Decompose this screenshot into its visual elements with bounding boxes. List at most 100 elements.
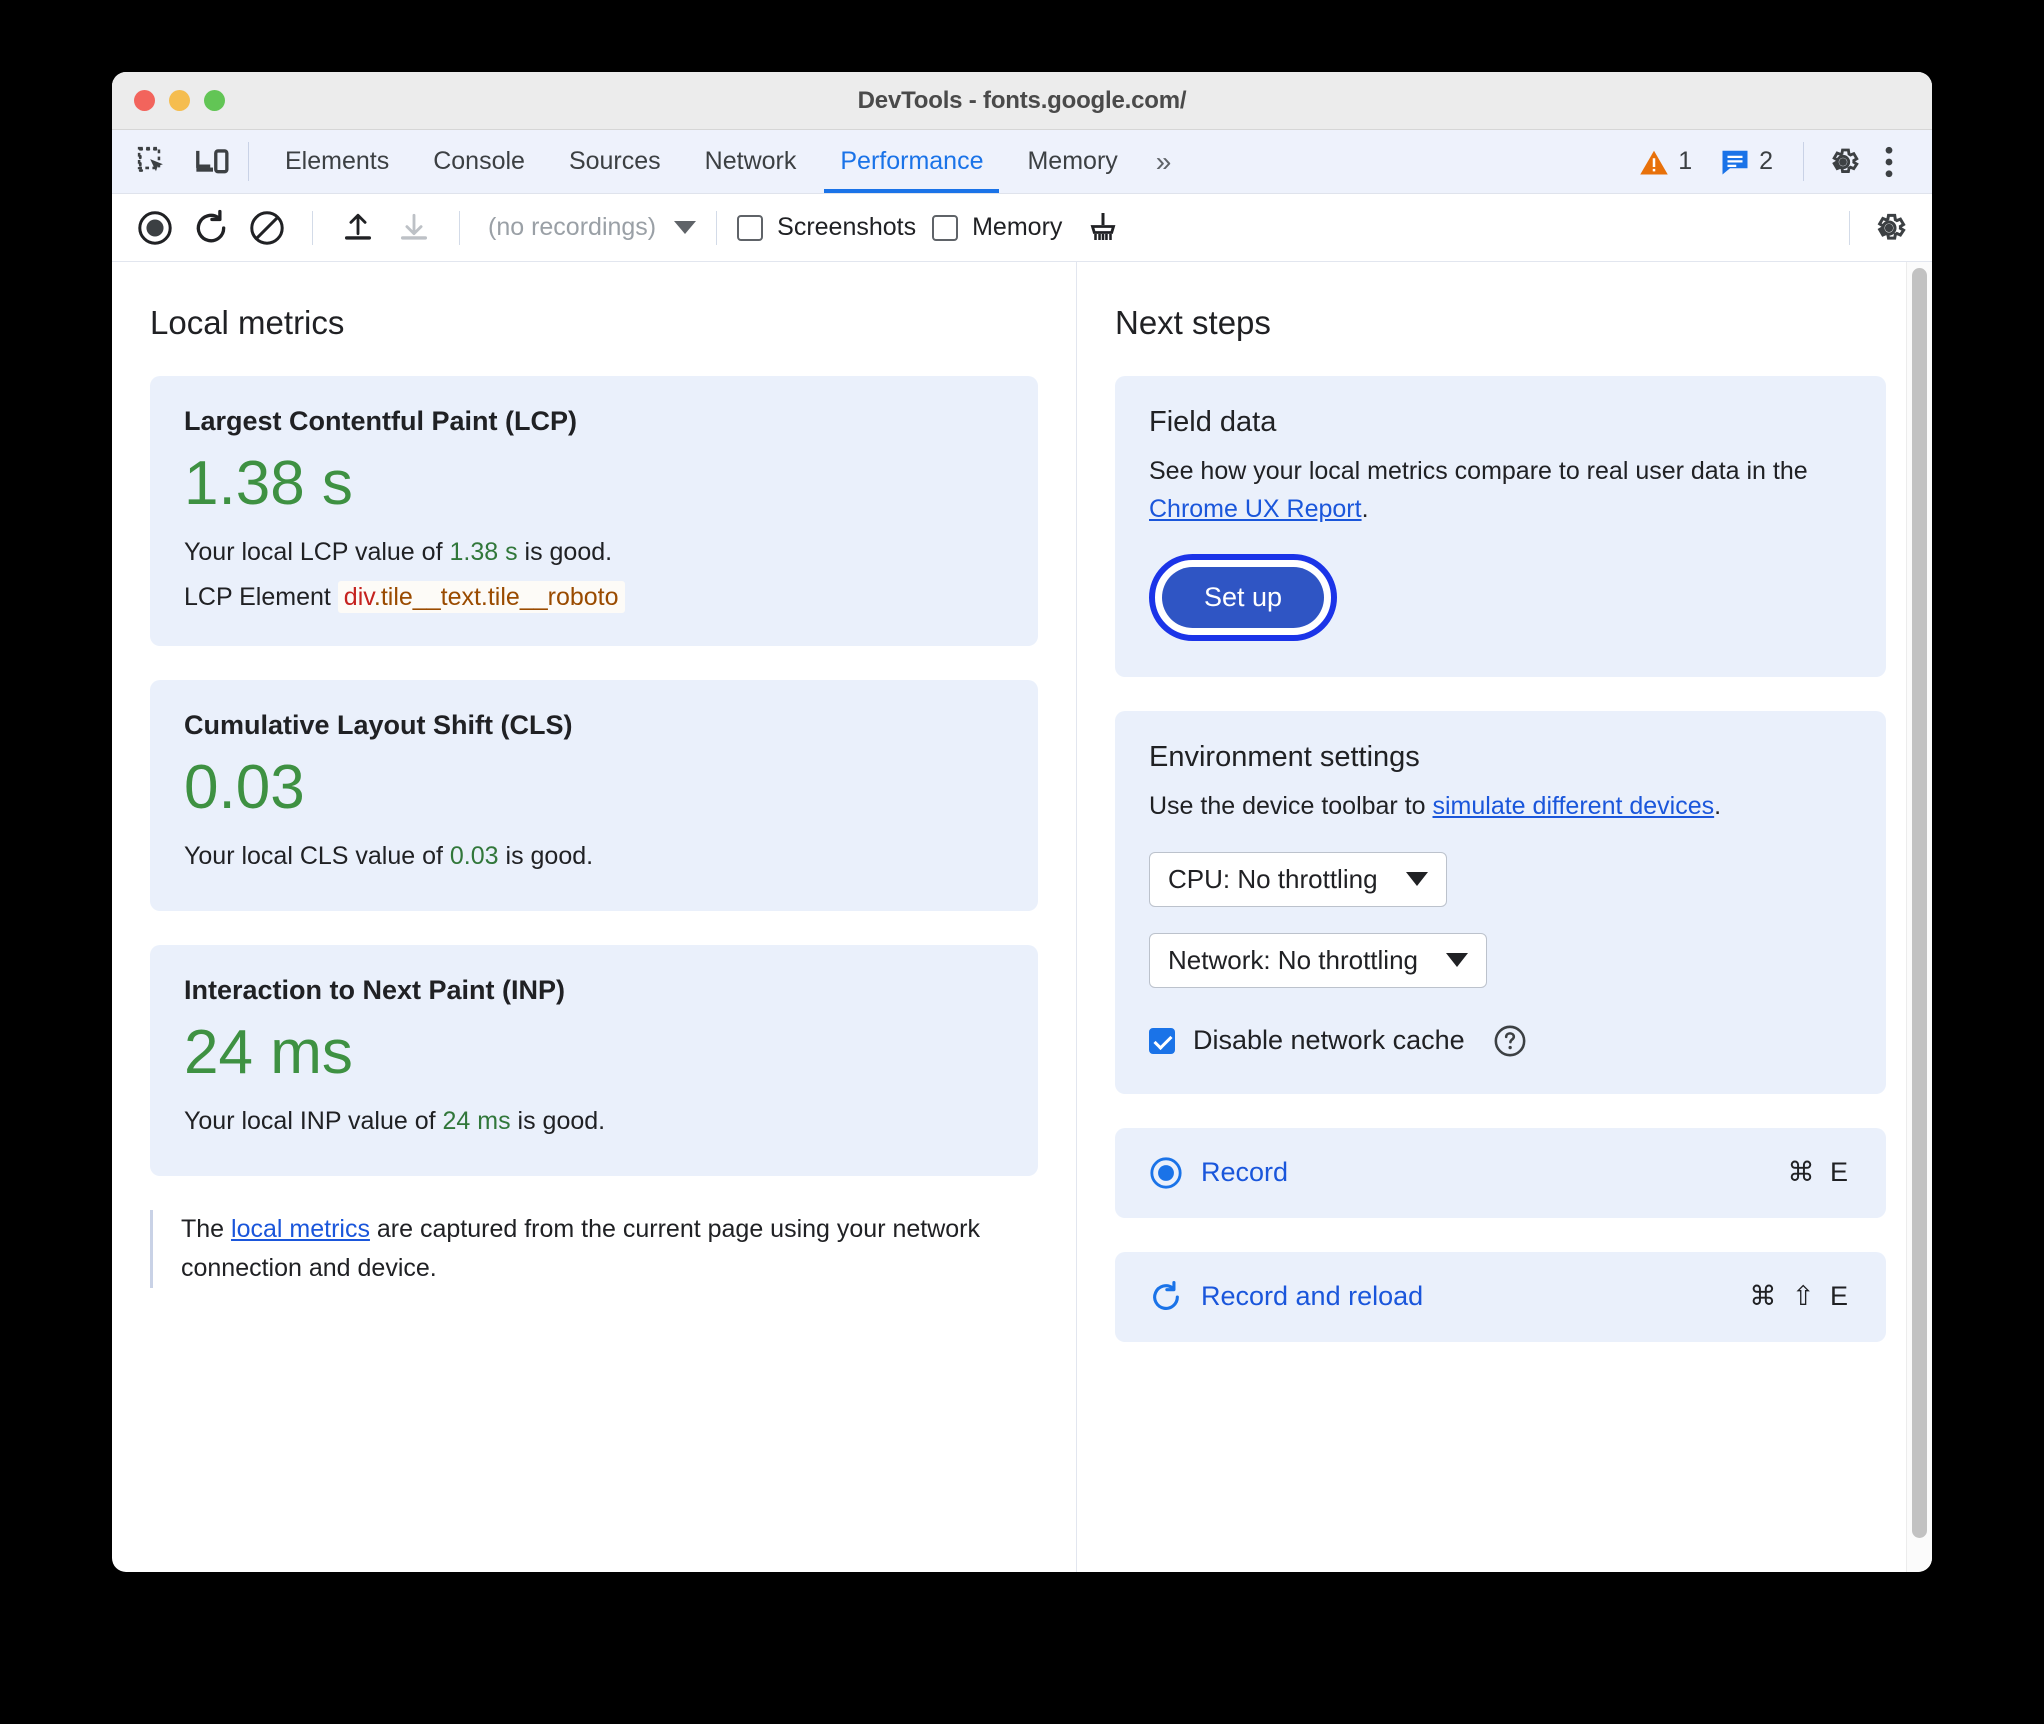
panel-tabs: Elements Console Sources Network Perform… [263,130,1187,193]
memory-checkbox-box [932,214,959,241]
scrollbar-thumb[interactable] [1912,268,1927,1538]
lcp-element-label: LCP Element [184,583,331,611]
record-and-reload-label: Record and reload [1201,1281,1424,1311]
brush-icon[interactable] [1078,203,1128,253]
lcp-note: Your local LCP value of 1.38 s is good. [184,531,1004,574]
save-profile-icon[interactable] [389,203,439,253]
cpu-throttling-value: CPU: No throttling [1168,863,1378,894]
toolbar-divider-3 [716,210,718,245]
field-data-text-suffix: . [1361,494,1369,523]
cpu-throttling-select[interactable]: CPU: No throttling [1149,851,1447,907]
network-throttling-value: Network: No throttling [1168,944,1418,975]
lcp-element-row: LCP Element div.tile__text.tile__roboto [184,581,1004,613]
record-and-reload-action[interactable]: Record and reload ⌘ ⇧ E [1115,1251,1886,1342]
cls-title: Cumulative Layout Shift (CLS) [184,710,573,740]
inp-note: Your local INP value of 24 ms is good. [184,1100,1004,1143]
clear-icon[interactable] [242,203,292,253]
question-mark-icon[interactable] [1493,1024,1527,1058]
tab-performance[interactable]: Performance [818,130,1005,193]
setup-button-focus-ring: Set up [1149,554,1338,641]
record-and-reload-shortcut: ⌘ ⇧ E [1749,1281,1852,1311]
local-metrics-link[interactable]: local metrics [231,1215,370,1243]
window-title: DevTools - fonts.google.com/ [857,86,1187,114]
devtools-window: DevTools - fonts.google.com/ Elements Co… [112,72,1932,1572]
lcp-element-classes: .tile__text.tile__roboto [373,583,619,611]
record-circle-icon[interactable] [130,203,180,253]
field-data-text-prefix: See how your local metrics compare to re… [1149,457,1808,485]
recordings-selector[interactable]: (no recordings) [488,213,697,242]
record-and-reload-icon[interactable] [186,203,236,253]
kebab-menu-icon[interactable] [1868,141,1910,183]
tab-network[interactable]: Network [683,130,819,193]
memory-label: Memory [972,213,1063,241]
chevron-down-icon [1405,872,1428,886]
memory-checkbox[interactable]: Memory [932,213,1062,242]
field-data-title: Field data [1149,406,1277,438]
screenshots-label: Screenshots [777,213,917,241]
lcp-note-prefix: Your local LCP value of [184,537,450,566]
device-toolbar-icon[interactable] [192,141,234,183]
network-throttling-select[interactable]: Network: No throttling [1149,932,1487,988]
setup-button[interactable]: Set up [1162,567,1325,628]
lcp-title: Largest Contentful Paint (LCP) [184,406,577,436]
disable-cache-row[interactable]: Disable network cache [1149,1024,1852,1058]
network-throttling-row: Network: No throttling [1149,932,1852,988]
lcp-note-value: 1.38 s [449,537,518,566]
lcp-note-suffix: is good. [517,537,613,566]
field-data-text: See how your local metrics compare to re… [1149,453,1852,528]
environment-text-suffix: . [1714,792,1722,820]
inp-value: 24 ms [184,1018,353,1087]
cpu-throttling-row: CPU: No throttling [1149,851,1852,907]
record-shortcut: ⌘ E [1787,1157,1852,1187]
issues-count: 2 [1759,147,1773,175]
inp-title: Interaction to Next Paint (INP) [184,975,566,1005]
footnote-prefix: The [181,1215,232,1243]
performance-toolbar: (no recordings) Screenshots Memory [112,194,1932,262]
tabbar-status-area: 1 2 [1627,130,1932,193]
tab-console[interactable]: Console [411,130,547,193]
more-tabs-icon[interactable]: » [1140,130,1188,193]
load-profile-icon[interactable] [333,203,383,253]
local-metrics-footnote: The local metrics are captured from the … [150,1210,1010,1288]
chevron-down-icon [1445,953,1468,967]
next-steps-heading: Next steps [1115,304,1271,341]
record-circle-icon [1149,1156,1183,1190]
tab-memory[interactable]: Memory [1005,130,1139,193]
inp-note-value: 24 ms [442,1106,511,1135]
record-and-reload-icon [1149,1280,1183,1314]
environment-settings-text: Use the device toolbar to simulate diffe… [1149,788,1852,826]
cls-note-prefix: Your local CLS value of [184,841,450,870]
issues-counter[interactable]: 2 [1708,147,1785,176]
cls-note-suffix: is good. [498,841,594,870]
inspect-element-icon[interactable] [132,141,174,183]
environment-settings-title: Environment settings [1149,741,1420,773]
toolbar-divider-4 [1849,210,1850,245]
warning-counter[interactable]: 1 [1627,147,1704,176]
gear-icon[interactable] [1822,141,1864,183]
main-scrollbar[interactable] [1906,262,1932,1572]
local-metrics-pane: Local metrics Largest Contentful Paint (… [112,262,1077,1572]
toolbar-divider-2 [459,210,460,245]
warning-count: 1 [1678,147,1693,175]
tab-elements[interactable]: Elements [263,130,411,193]
chrome-ux-report-link[interactable]: Chrome UX Report [1149,495,1362,523]
toolbar-divider-1 [312,210,313,245]
lcp-element-selector[interactable]: div.tile__text.tile__roboto [337,581,625,613]
inp-note-suffix: is good. [510,1106,606,1135]
inp-note-prefix: Your local INP value of [184,1106,443,1135]
record-action[interactable]: Record ⌘ E [1115,1127,1886,1218]
tab-sources[interactable]: Sources [547,130,683,193]
devtools-tabbar: Elements Console Sources Network Perform… [112,130,1932,194]
screenshots-checkbox-box [737,214,764,241]
screenshots-checkbox[interactable]: Screenshots [737,213,916,242]
simulate-devices-link[interactable]: simulate different devices [1433,792,1715,820]
cls-value: 0.03 [184,753,305,822]
field-data-card: Field data See how your local metrics co… [1115,376,1886,677]
disable-cache-checkbox[interactable] [1149,1027,1175,1054]
recordings-label: (no recordings) [488,213,657,241]
disable-cache-label: Disable network cache [1193,1025,1465,1055]
capture-settings-gear-icon[interactable] [1864,203,1914,253]
environment-text-prefix: Use the device toolbar to [1149,792,1433,820]
local-metrics-heading: Local metrics [150,304,345,341]
window-titlebar: DevTools - fonts.google.com/ [112,72,1932,130]
